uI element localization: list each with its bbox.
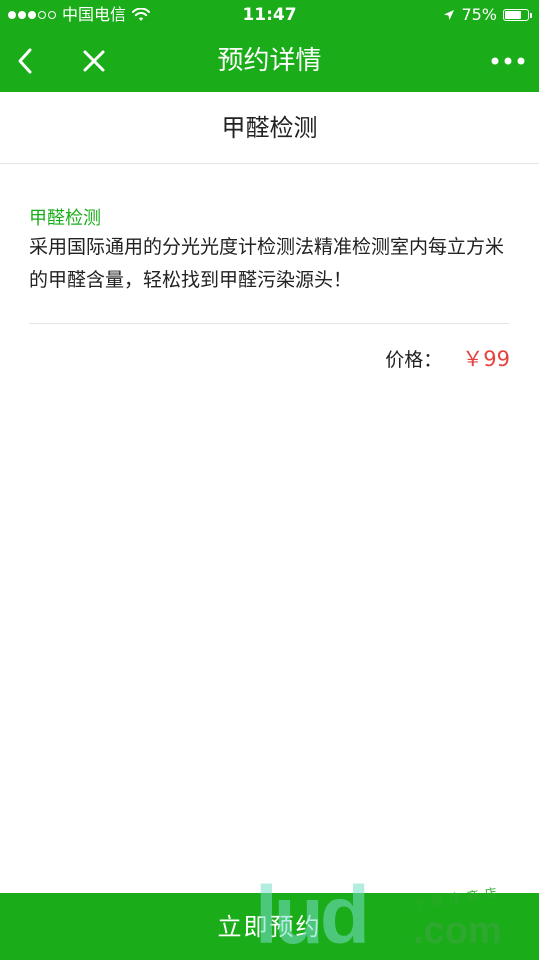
chevron-left-icon — [18, 48, 32, 74]
price-value: ￥99 — [462, 347, 510, 371]
status-right: 75% — [443, 0, 532, 30]
book-now-button[interactable]: 立即预约 — [0, 893, 539, 960]
nav-bar: 预约详情 — [0, 30, 539, 92]
battery-fill — [505, 11, 521, 19]
back-button[interactable] — [0, 30, 50, 92]
battery-percent: 75% — [461, 5, 497, 24]
price-row: 价格： ￥99 — [385, 345, 510, 374]
screen: 中国电信 11:47 75% 预约详情 甲醛检测 甲醛检测 采用国际通用的分光光… — [0, 0, 539, 960]
location-arrow-icon — [444, 10, 455, 20]
top-bar: 中国电信 11:47 75% 预约详情 — [0, 0, 539, 92]
close-button[interactable] — [70, 30, 118, 92]
battery-icon — [503, 9, 532, 21]
divider — [29, 323, 509, 324]
status-bar: 中国电信 11:47 75% — [0, 0, 539, 30]
close-icon — [83, 50, 105, 72]
item-name: 甲醛检测 — [29, 208, 101, 229]
section-title: 甲醛检测 — [0, 92, 539, 164]
item-description: 采用国际通用的分光光度计检测法精准检测室内每立方米的甲醛含量，轻松找到甲醛污染源… — [29, 236, 505, 291]
price-label: 价格： — [385, 349, 443, 371]
more-dots-icon — [491, 57, 525, 65]
more-button[interactable] — [483, 30, 533, 92]
